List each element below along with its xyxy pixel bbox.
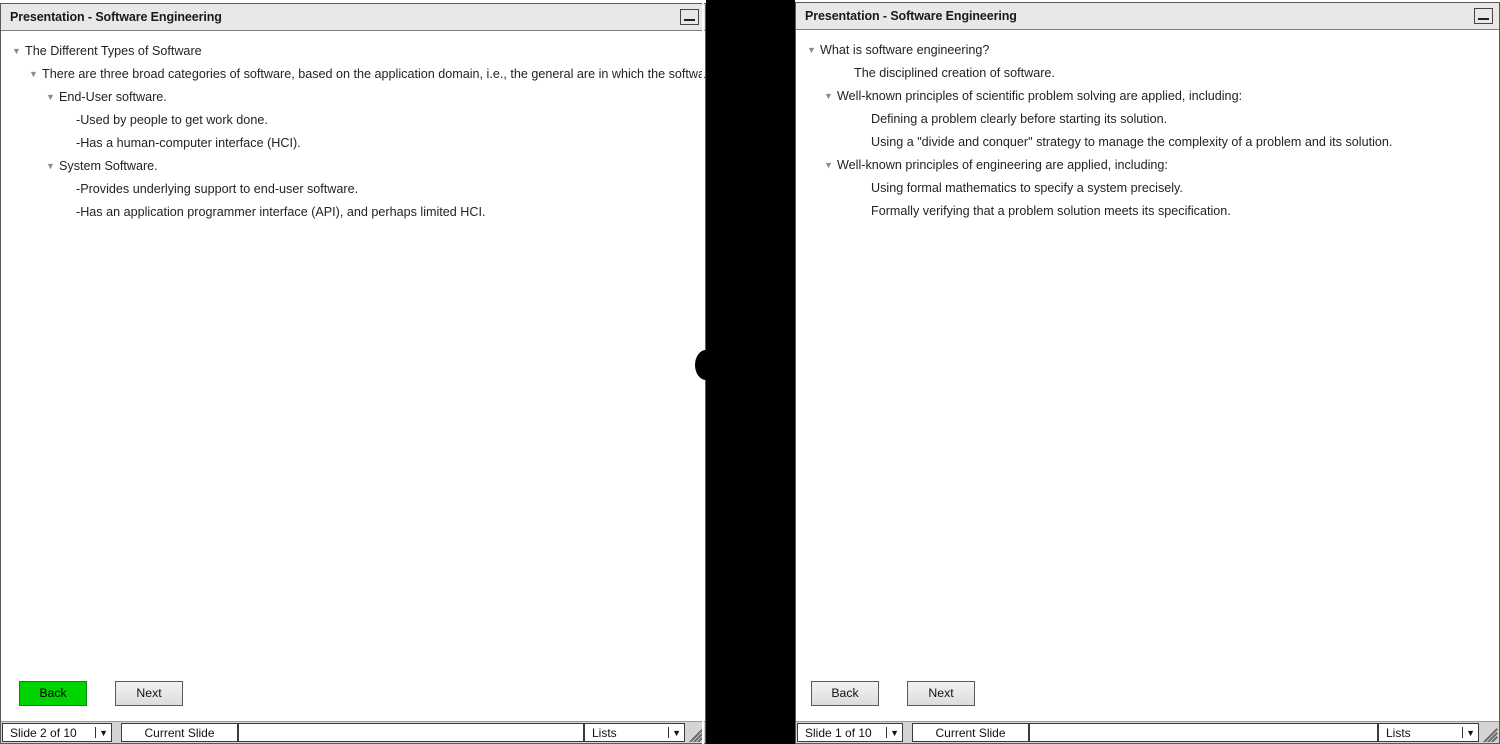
outline-text: Using formal mathematics to specify a sy… <box>871 181 1183 195</box>
title-bar-right: Presentation - Software Engineering <box>796 3 1499 30</box>
status-message-field-left <box>238 723 584 742</box>
outline-text: Defining a problem clearly before starti… <box>871 112 1168 126</box>
outline-row[interactable]: Defining a problem clearly before starti… <box>796 108 1499 131</box>
chevron-down-glyph: ▼ <box>890 727 899 738</box>
outline-text: Well-known principles of scientific prob… <box>837 89 1243 103</box>
outline-row[interactable]: ▼ The Different Types of Software <box>1 40 705 63</box>
outline-row[interactable]: Using formal mathematics to specify a sy… <box>796 177 1499 200</box>
chevron-down-icon[interactable]: ▼ <box>46 155 59 178</box>
slide-selector-dropdown-right[interactable]: Slide 1 of 10 ▼ <box>797 723 903 742</box>
combo-separator <box>1462 727 1464 738</box>
minimize-icon[interactable] <box>1474 8 1493 24</box>
lists-label: Lists <box>1386 725 1411 740</box>
next-button[interactable]: Next <box>907 680 975 706</box>
lists-dropdown-right[interactable]: Lists ▼ <box>1378 723 1479 742</box>
outline-row[interactable]: ▼ What is software engineering? <box>796 39 1499 62</box>
outline-text: -Has an application programmer interface… <box>76 205 486 219</box>
current-slide-label: Current Slide <box>144 725 215 740</box>
chevron-down-icon[interactable]: ▼ <box>29 63 42 86</box>
lists-dropdown-left[interactable]: Lists ▼ <box>584 723 685 742</box>
outline-text: End-User software. <box>59 90 167 104</box>
outline-right: ▼ What is software engineering? The disc… <box>796 30 1499 223</box>
outline-text: Well-known principles of engineering are… <box>837 158 1168 172</box>
outline-row[interactable]: The disciplined creation of software. <box>796 62 1499 85</box>
resize-grip-icon[interactable] <box>1479 723 1498 742</box>
outline-row[interactable]: -Has a human-computer interface (HCI). <box>1 132 705 155</box>
status-gap <box>112 723 121 742</box>
slide-selector-dropdown-left[interactable]: Slide 2 of 10 ▼ <box>2 723 112 742</box>
slide-selector-label: Slide 2 of 10 <box>10 725 77 740</box>
slide-body-right: ▼ What is software engineering? The disc… <box>796 30 1499 721</box>
outline-text: The disciplined creation of software. <box>854 66 1055 80</box>
outline-row[interactable]: ▼ Well-known principles of scientific pr… <box>796 85 1499 108</box>
chevron-down-glyph: ▼ <box>99 727 108 738</box>
lists-label: Lists <box>592 725 617 740</box>
outline-text: Formally verifying that a problem soluti… <box>871 204 1231 218</box>
outline-row[interactable]: -Has an application programmer interface… <box>1 201 705 224</box>
outline-text: -Used by people to get work done. <box>76 113 268 127</box>
chevron-down-icon[interactable]: ▼ <box>95 727 108 738</box>
chevron-down-icon[interactable]: ▼ <box>1462 727 1475 738</box>
minimize-icon[interactable] <box>680 9 699 25</box>
navigation-buttons-right: Back Next <box>796 665 1499 721</box>
window-title-left: Presentation - Software Engineering <box>10 10 222 24</box>
outline-left: ▼ The Different Types of Software ▼ Ther… <box>1 31 705 224</box>
status-gap <box>903 723 912 742</box>
slide-body-left: ▼ The Different Types of Software ▼ Ther… <box>1 31 705 721</box>
outline-text: -Has a human-computer interface (HCI). <box>76 136 301 150</box>
presentation-window-left: Presentation - Software Engineering ▼ Th… <box>0 3 706 744</box>
outline-row[interactable]: ▼ End-User software. <box>1 86 705 109</box>
outline-row[interactable]: ▼ System Software. <box>1 155 705 178</box>
combo-separator <box>886 727 888 738</box>
chevron-down-glyph: ▼ <box>672 727 681 738</box>
divider-handle-left[interactable] <box>695 350 717 380</box>
chevron-down-icon[interactable]: ▼ <box>824 85 837 108</box>
combo-separator <box>668 727 670 738</box>
screen: Presentation - Software Engineering ▼ Th… <box>0 0 1500 744</box>
chevron-down-icon[interactable]: ▼ <box>886 727 899 738</box>
window-divider[interactable] <box>695 0 806 744</box>
outline-row[interactable]: -Provides underlying support to end-user… <box>1 178 705 201</box>
slide-selector-label: Slide 1 of 10 <box>805 725 872 740</box>
back-button[interactable]: Back <box>19 680 87 706</box>
current-slide-field-left[interactable]: Current Slide <box>121 723 238 742</box>
status-bar-left: Slide 2 of 10 ▼ Current Slide Lists ▼ <box>1 721 705 743</box>
outline-row[interactable]: ▼ Well-known principles of engineering a… <box>796 154 1499 177</box>
outline-row[interactable]: -Used by people to get work done. <box>1 109 705 132</box>
outline-text: System Software. <box>59 159 158 173</box>
status-bar-right: Slide 1 of 10 ▼ Current Slide Lists ▼ <box>796 721 1499 743</box>
chevron-down-icon[interactable]: ▼ <box>46 86 59 109</box>
outline-row[interactable]: ▼ There are three broad categories of so… <box>1 63 705 86</box>
window-title-right: Presentation - Software Engineering <box>805 9 1017 23</box>
chevron-down-icon[interactable]: ▼ <box>824 154 837 177</box>
outline-text: -Provides underlying support to end-user… <box>76 182 359 196</box>
chevron-down-icon[interactable]: ▼ <box>668 727 681 738</box>
navigation-buttons-left: Back Next <box>1 665 705 721</box>
outline-row[interactable]: Using a "divide and conquer" strategy to… <box>796 131 1499 154</box>
next-button[interactable]: Next <box>115 680 183 706</box>
chevron-down-icon[interactable]: ▼ <box>12 40 25 63</box>
outline-text: What is software engineering? <box>820 43 990 57</box>
chevron-down-glyph: ▼ <box>1466 727 1475 738</box>
outline-row[interactable]: Formally verifying that a problem soluti… <box>796 200 1499 223</box>
current-slide-label: Current Slide <box>935 725 1006 740</box>
outline-text: There are three broad categories of soft… <box>42 67 705 81</box>
outline-text: The Different Types of Software <box>25 44 202 58</box>
title-bar-left: Presentation - Software Engineering <box>1 4 705 31</box>
current-slide-field-right[interactable]: Current Slide <box>912 723 1029 742</box>
presentation-window-right: Presentation - Software Engineering ▼ Wh… <box>795 2 1500 744</box>
outline-text: Using a "divide and conquer" strategy to… <box>871 135 1393 149</box>
back-button[interactable]: Back <box>811 680 879 706</box>
chevron-down-icon[interactable]: ▼ <box>807 39 820 62</box>
combo-separator <box>95 727 97 738</box>
status-message-field-right <box>1029 723 1378 742</box>
